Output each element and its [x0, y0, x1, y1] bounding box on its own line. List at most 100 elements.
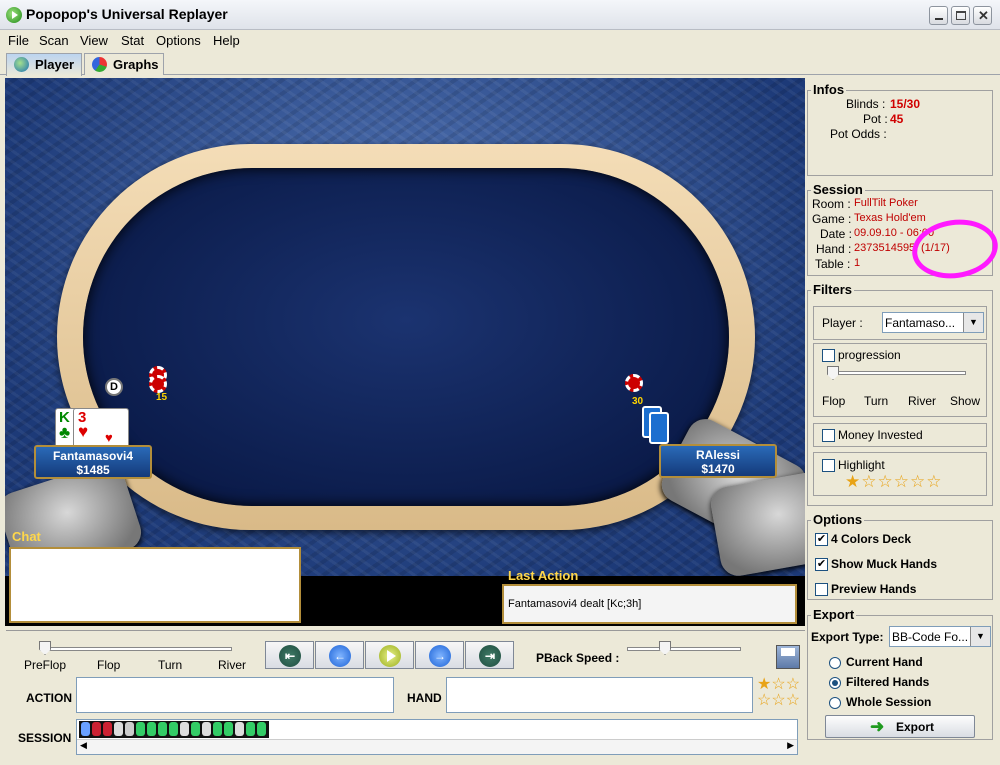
star-filled-icon[interactable]: ★	[757, 676, 771, 693]
card-three-hearts: 3 ♥ ♥	[73, 408, 129, 448]
money-invested-checkbox[interactable]	[822, 429, 835, 442]
previous-button[interactable]: ←	[315, 641, 364, 669]
game-value: Texas Hold'em	[854, 212, 926, 224]
menu-stat[interactable]: Stat	[121, 33, 144, 48]
progression-checkbox[interactable]	[822, 349, 835, 362]
show-muck-checkbox[interactable]: ✔	[815, 558, 828, 571]
player-filter-label: Player :	[822, 316, 863, 330]
session-hand-cell[interactable]	[81, 722, 90, 736]
star-empty-icon[interactable]: ☆	[910, 472, 926, 491]
session-title: Session	[811, 182, 865, 197]
highlight-stars[interactable]: ★☆☆☆☆☆	[845, 472, 943, 492]
export-button-label: Export	[896, 720, 935, 734]
export-button[interactable]: ➜ Export	[825, 715, 975, 738]
session-hands-strip[interactable]	[79, 721, 269, 738]
star-empty-icon[interactable]: ☆	[894, 472, 910, 491]
hand-field[interactable]	[446, 677, 753, 713]
filtered-hands-radio[interactable]	[829, 677, 841, 689]
save-button[interactable]	[776, 645, 800, 669]
window-title: Popopop's Universal Replayer	[26, 6, 228, 22]
pot-value: 45	[890, 112, 904, 126]
chevron-down-icon[interactable]: ▼	[970, 627, 990, 646]
room-value: FullTilt Poker	[854, 197, 918, 209]
last-hand-button[interactable]: ⇥	[465, 641, 514, 669]
session-hand-cell[interactable]	[224, 722, 233, 736]
session-hand-cell[interactable]	[147, 722, 156, 736]
star-empty-icon[interactable]: ☆	[771, 676, 785, 693]
star-empty-icon[interactable]: ☆	[771, 692, 785, 709]
session-hand-cell[interactable]	[213, 722, 222, 736]
next-button[interactable]: →	[415, 641, 464, 669]
session-hand-cell[interactable]	[125, 722, 134, 736]
session-hand-cell[interactable]	[235, 722, 244, 736]
four-colors-checkbox[interactable]: ✔	[815, 533, 828, 546]
session-hand-cell[interactable]	[191, 722, 200, 736]
four-colors-label: 4 Colors Deck	[831, 532, 912, 546]
star-empty-icon[interactable]: ☆	[786, 692, 800, 709]
tab-player[interactable]: Player	[6, 53, 82, 76]
menu-file[interactable]: File	[8, 33, 29, 48]
current-hand-radio[interactable]	[829, 657, 841, 669]
progression-label: progression	[838, 348, 901, 362]
session-hand-cell[interactable]	[92, 722, 101, 736]
menu-view[interactable]: View	[80, 33, 108, 48]
player-filter-value: Fantamaso...	[885, 316, 956, 330]
star-filled-icon[interactable]: ★	[845, 472, 861, 491]
player-box-left: Fantamasovi4 $1485	[34, 445, 152, 479]
session-hand-cell[interactable]	[136, 722, 145, 736]
filter-street-label: Show	[950, 394, 981, 408]
first-hand-button[interactable]: ⇤	[265, 641, 314, 669]
blinds-label: Blinds :	[846, 97, 886, 111]
street-slider-thumb[interactable]	[39, 641, 51, 655]
session-hand-cell[interactable]	[202, 722, 211, 736]
arrow-right-icon: →	[429, 645, 451, 667]
whole-session-label: Whole Session	[846, 695, 932, 709]
highlight-label: Highlight	[838, 458, 885, 472]
export-title: Export	[811, 607, 857, 622]
menu-options[interactable]: Options	[156, 33, 201, 48]
scroll-right-icon[interactable]: ▶	[787, 740, 794, 751]
table-label: Table :	[815, 257, 851, 271]
play-button[interactable]	[365, 641, 414, 669]
rating-stars[interactable]: ★☆☆ ☆☆☆	[757, 677, 800, 709]
player-name: RAlessi	[695, 448, 741, 462]
chevron-down-icon[interactable]: ▼	[963, 313, 983, 332]
session-scrollbar[interactable]: ◀ ▶	[77, 739, 797, 754]
star-empty-icon[interactable]: ☆	[878, 472, 894, 491]
maximize-button[interactable]	[951, 6, 970, 25]
action-field[interactable]	[76, 677, 394, 713]
minimize-button[interactable]	[929, 6, 948, 25]
close-button[interactable]: ✕	[973, 6, 992, 25]
star-empty-icon[interactable]: ☆	[861, 472, 877, 491]
star-empty-icon[interactable]: ☆	[926, 472, 942, 491]
player-filter-select[interactable]: Fantamaso... ▼	[882, 312, 984, 333]
menu-help[interactable]: Help	[213, 33, 240, 48]
preview-hands-checkbox[interactable]	[815, 583, 828, 596]
scroll-left-icon[interactable]: ◀	[80, 740, 87, 751]
session-hand-cell[interactable]	[158, 722, 167, 736]
export-type-select[interactable]: BB-Code Fo... ▼	[889, 626, 991, 647]
session-hand-cell[interactable]	[180, 722, 189, 736]
export-type-label: Export Type:	[811, 630, 884, 644]
session-hand-cell[interactable]	[103, 722, 112, 736]
chat-box[interactable]	[9, 547, 301, 623]
pback-speed-thumb[interactable]	[659, 641, 671, 655]
session-hand-cell[interactable]	[257, 722, 266, 736]
action-label: ACTION	[26, 691, 72, 705]
menu-scan[interactable]: Scan	[39, 33, 69, 48]
progression-slider[interactable]	[828, 371, 966, 375]
rewind-icon: ⇤	[279, 645, 301, 667]
highlight-checkbox[interactable]	[822, 459, 835, 472]
session-hand-cell[interactable]	[169, 722, 178, 736]
session-hand-cell[interactable]	[114, 722, 123, 736]
session-hand-cell[interactable]	[246, 722, 255, 736]
street-slider[interactable]	[40, 647, 232, 651]
star-empty-icon[interactable]: ☆	[757, 692, 771, 709]
tab-graphs[interactable]: Graphs	[84, 53, 164, 75]
preview-hands-label: Preview Hands	[831, 582, 917, 596]
whole-session-radio[interactable]	[829, 697, 841, 709]
bet-amount: 30	[632, 396, 644, 407]
pback-speed-slider[interactable]	[627, 647, 741, 651]
star-empty-icon[interactable]: ☆	[786, 676, 800, 693]
hand-label: HAND	[407, 691, 442, 705]
